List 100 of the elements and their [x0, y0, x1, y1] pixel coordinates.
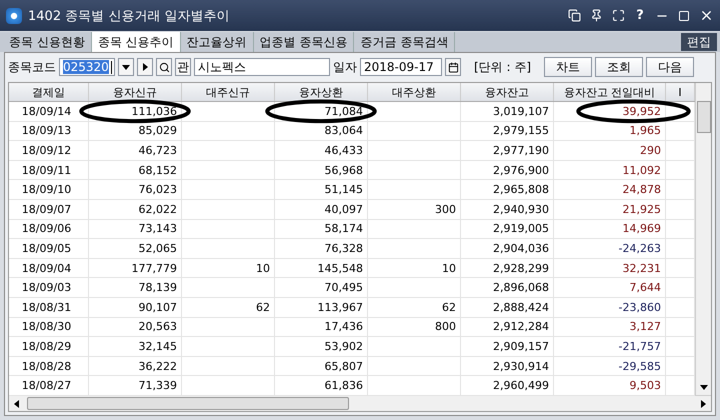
table-cell: 2,979,155: [493, 124, 549, 138]
table-cell: 2,928,299: [493, 262, 549, 275]
code-field[interactable]: 025320: [59, 58, 115, 76]
table-row[interactable]: 18/09/07 62,022 40,097 300 2,940,930 21,925: [9, 200, 695, 220]
code-label: 종목코드: [8, 58, 56, 76]
table-row[interactable]: 18/09/11 68,152 56,968 2,976,900 11,092: [9, 160, 695, 180]
table-row[interactable]: 18/09/05 52,065 76,328 2,904,036 -24,263: [9, 239, 695, 259]
table-row[interactable]: 18/09/04 177,779 10 145,548 10 2,928,299 32,231: [9, 258, 695, 278]
calendar-button[interactable]: [445, 58, 461, 76]
table-cell: 18/09/06: [22, 222, 72, 236]
table-cell: 2,919,005: [493, 222, 549, 236]
table-cell: 18/08/30: [22, 320, 72, 334]
action-button[interactable]: 차트: [544, 57, 592, 77]
related-button[interactable]: 관: [175, 58, 191, 76]
table-cell: 18/08/27: [22, 379, 72, 392]
table-row[interactable]: 18/09/14 111,036 71,084 3,019,107 39,952: [9, 102, 695, 122]
table-cell: 2,904,036: [493, 242, 549, 255]
table-cell: 46,433: [324, 144, 363, 157]
table-cell: 2,888,424: [493, 300, 549, 314]
table-cell: 1,965: [630, 124, 661, 138]
table-cell: 2,896,068: [493, 281, 549, 294]
table-cell: 20,563: [138, 320, 177, 334]
table-row[interactable]: 18/09/13 85,029 83,064 2,979,155 1,965: [9, 122, 695, 142]
table-row[interactable]: 18/09/10 76,023 51,145 2,965,808 24,878: [9, 180, 695, 200]
table-cell: 18/09/04: [22, 262, 72, 275]
table-cell: 2,977,190: [493, 144, 549, 157]
copy-icon[interactable]: [566, 8, 582, 24]
scroll-right-icon[interactable]: [699, 400, 707, 408]
table-cell: 61,836: [324, 379, 363, 392]
table-cell: 36,222: [138, 360, 177, 373]
table-cell: 11,092: [622, 164, 661, 177]
table-cell: 83,064: [324, 124, 363, 138]
vertical-scrollbar[interactable]: [695, 83, 711, 395]
scroll-thumb[interactable]: [27, 397, 349, 410]
date-label: 일자: [333, 58, 357, 76]
name-field[interactable]: 시노펙스: [194, 58, 330, 76]
column-header[interactable]: 대주상환: [368, 83, 461, 101]
table-row[interactable]: 18/08/28 36,222 65,807 2,930,914 -29,585: [9, 356, 695, 376]
table-cell: 800: [435, 320, 456, 334]
table-cell: 46,723: [138, 144, 177, 157]
caret-right-icon: [141, 63, 149, 71]
tab[interactable]: 종목 신용추이: [92, 32, 181, 52]
table-cell: 18/08/28: [22, 360, 72, 373]
help-button[interactable]: ?: [632, 8, 648, 23]
table-cell: 111,036: [132, 104, 177, 118]
column-header[interactable]: 융자잔고 전일대비: [554, 83, 666, 101]
table-cell: 2,930,914: [493, 360, 549, 373]
table-cell: 76,328: [324, 242, 363, 255]
table-cell: 18/09/13: [22, 124, 72, 138]
column-header[interactable]: 융자상환: [275, 83, 368, 101]
column-header[interactable]: 대주신규: [182, 83, 275, 101]
table-cell: 58,174: [324, 222, 363, 236]
column-header[interactable]: 융자신규: [89, 83, 182, 101]
table-cell: 51,145: [324, 183, 363, 196]
action-button[interactable]: 조회: [595, 57, 644, 77]
table-cell: 73,143: [138, 222, 177, 236]
table-cell: 65,807: [324, 360, 363, 373]
expand-icon[interactable]: [610, 8, 626, 24]
next-button[interactable]: [137, 58, 153, 76]
table-row[interactable]: 18/09/03 78,139 70,495 2,896,068 7,644: [9, 278, 695, 298]
table-cell: 14,969: [622, 222, 661, 236]
scroll-down-icon[interactable]: [700, 383, 708, 391]
edit-button[interactable]: 편집: [681, 33, 717, 51]
table-cell: 3,127: [630, 320, 661, 334]
table-cell: 68,152: [138, 164, 177, 177]
scroll-left-icon[interactable]: [13, 400, 21, 408]
table-row[interactable]: 18/08/29 32,145 53,902 2,909,157 -21,757: [9, 337, 695, 357]
table-cell: -23,860: [618, 300, 661, 314]
table-cell: 52,065: [138, 242, 177, 255]
horizontal-scrollbar[interactable]: [9, 395, 711, 411]
table-cell: 10: [256, 262, 270, 275]
table-cell: 62: [256, 300, 270, 314]
table-cell: 18/08/29: [22, 340, 72, 353]
column-header[interactable]: 융자잔고: [461, 83, 554, 101]
table-cell: 2,965,808: [493, 183, 549, 196]
table-row[interactable]: 18/08/31 90,107 62 113,967 62 2,888,424 -23,860: [9, 298, 695, 318]
table-cell: 3,019,107: [493, 104, 549, 118]
date-field[interactable]: 2018-09-17: [360, 58, 442, 76]
table-row[interactable]: 18/09/06 73,143 58,174 2,919,005 14,969: [9, 220, 695, 240]
search-button[interactable]: [156, 58, 172, 76]
column-header[interactable]: 결제일: [9, 83, 89, 101]
table-cell: 32,145: [138, 340, 177, 353]
table-row[interactable]: 18/09/12 46,723 46,433 2,977,190 290: [9, 141, 695, 161]
table-cell: 7,644: [630, 281, 661, 294]
table-cell: 2,909,157: [493, 340, 549, 353]
table-cell: 71,339: [138, 379, 177, 392]
table-cell: 85,029: [138, 124, 177, 138]
table-cell: 300: [435, 202, 456, 216]
table-row[interactable]: 18/08/30 20,563 17,436 800 2,912,284 3,127: [9, 318, 695, 338]
scroll-thumb[interactable]: [696, 101, 710, 133]
table-cell: 39,952: [622, 104, 661, 118]
table-cell: 290: [640, 144, 661, 157]
dropdown-button[interactable]: [118, 58, 134, 76]
table-cell: 24,878: [622, 183, 661, 196]
table-cell: 2,940,930: [493, 202, 549, 216]
action-button[interactable]: 다음: [646, 57, 694, 77]
app-icon: [6, 8, 22, 24]
table-cell: 9,503: [630, 379, 661, 392]
table-cell: 10: [442, 262, 456, 275]
window-title: 1402 종목별 신용거래 일자별추이: [28, 8, 230, 24]
